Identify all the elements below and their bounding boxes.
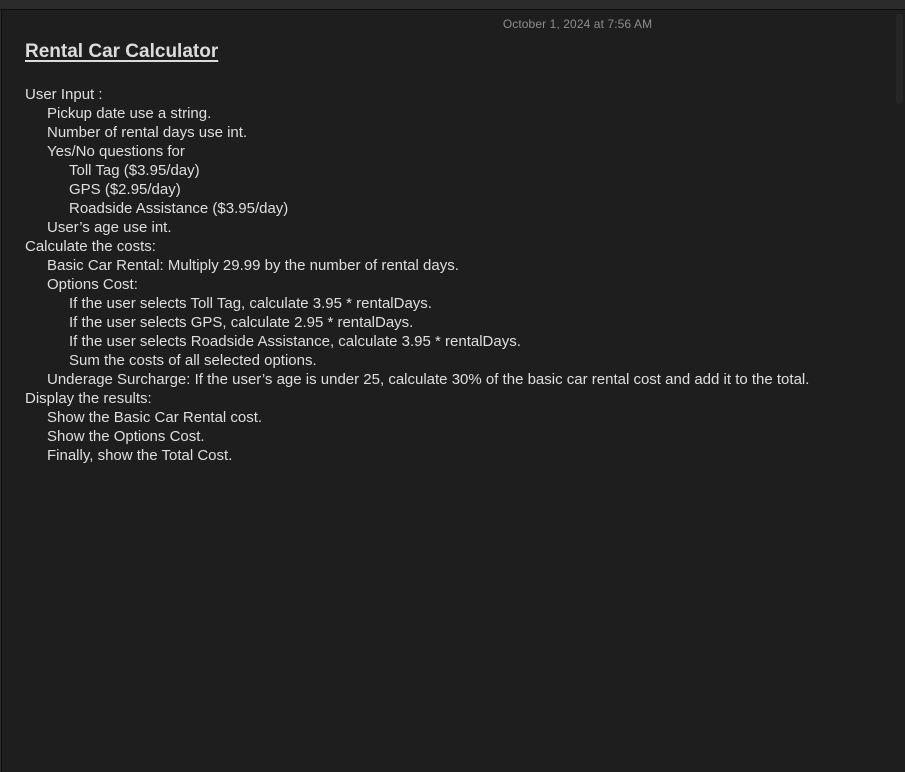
note-line[interactable]: Number of rental days use int. [25, 123, 900, 142]
note-line[interactable]: User’s age use int. [25, 218, 900, 237]
note-title[interactable]: Rental Car Calculator [25, 41, 218, 63]
note-body[interactable]: User Input : Pickup date use a string. N… [25, 85, 900, 465]
note-line[interactable]: If the user selects Toll Tag, calculate … [25, 294, 900, 313]
sidebar-divider[interactable] [0, 10, 2, 772]
note-line[interactable]: Calculate the costs: [25, 237, 900, 256]
note-line[interactable]: If the user selects GPS, calculate 2.95 … [25, 313, 900, 332]
note-line[interactable]: If the user selects Roadside Assistance,… [25, 332, 900, 351]
note-line[interactable]: Sum the costs of all selected options. [25, 351, 900, 370]
note-line[interactable]: GPS ($2.95/day) [25, 180, 900, 199]
note-timestamp: October 1, 2024 at 7:56 AM [502, 17, 653, 31]
note-line[interactable]: Display the results: [25, 389, 900, 408]
toolbar-strip [0, 0, 905, 10]
note-line[interactable]: Toll Tag ($3.95/day) [25, 161, 900, 180]
note-editor-window: October 1, 2024 at 7:56 AM Rental Car Ca… [0, 0, 905, 772]
note-line[interactable]: Underage Surcharge: If the user’s age is… [25, 370, 900, 389]
note-line[interactable]: Yes/No questions for [25, 142, 900, 161]
note-line[interactable]: Options Cost: [25, 275, 900, 294]
note-line[interactable]: Roadside Assistance ($3.95/day) [25, 199, 900, 218]
note-line[interactable]: Show the Basic Car Rental cost. [25, 408, 900, 427]
note-line[interactable]: Basic Car Rental: Multiply 29.99 by the … [25, 256, 900, 275]
note-line[interactable]: Pickup date use a string. [25, 104, 900, 123]
note-line[interactable]: User Input : [25, 85, 900, 104]
note-line[interactable]: Show the Options Cost. [25, 427, 900, 446]
note-line[interactable]: Finally, show the Total Cost. [25, 446, 900, 465]
